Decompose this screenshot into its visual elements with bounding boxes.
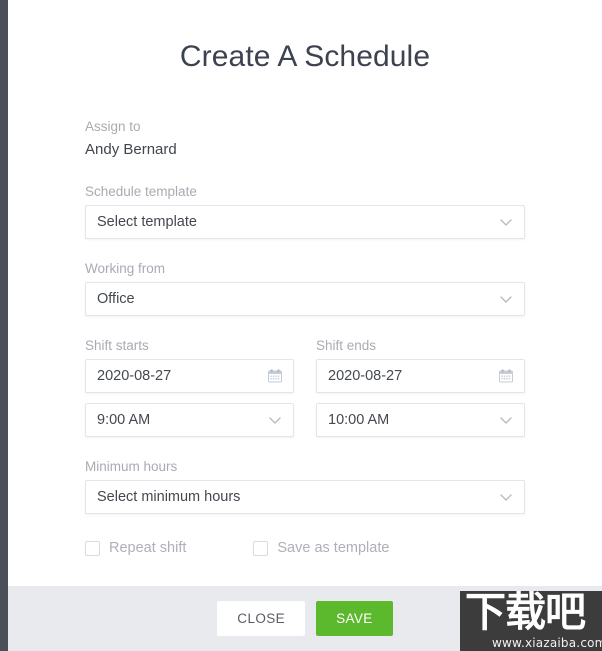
shift-ends-date-input[interactable]: 2020-08-27 (316, 359, 525, 393)
assign-to-value: Andy Bernard (85, 141, 177, 158)
working-from-label: Working from (85, 261, 166, 276)
shift-ends-group: Shift ends 2020-08-27 10:00 AM (316, 337, 525, 437)
schedule-form: Assign to Andy Bernard Schedule template… (8, 118, 602, 556)
schedule-template-label: Schedule template (85, 184, 197, 199)
save-as-template-label: Save as template (277, 540, 390, 556)
minimum-hours-group: Minimum hours Select minimum hours (85, 458, 525, 514)
shift-ends-label: Shift ends (316, 338, 377, 353)
shift-ends-date-value: 2020-08-27 (328, 368, 403, 384)
repeat-shift-label: Repeat shift (109, 540, 187, 556)
watermark: 下载吧 www.xiazaiba.com (460, 591, 602, 651)
shift-starts-group: Shift starts 2020-08-27 9:00 AM (85, 337, 294, 437)
minimum-hours-value: Select minimum hours (97, 489, 241, 505)
underlying-page-edge (0, 0, 8, 651)
save-as-template-checkbox[interactable] (253, 540, 269, 556)
schedule-template-group: Schedule template Select template (85, 183, 525, 239)
minimum-hours-label: Minimum hours (85, 459, 178, 474)
shift-starts-time-value: 9:00 AM (97, 412, 151, 428)
shift-ends-time-select[interactable]: 10:00 AM (316, 403, 525, 437)
watermark-logo-text: 下载吧 (465, 591, 586, 636)
repeat-shift-checkbox-wrap[interactable]: Repeat shift (85, 540, 186, 556)
shift-ends-time-value: 10:00 AM (328, 412, 390, 428)
chevron-down-icon (499, 292, 513, 306)
save-as-template-checkbox-wrap[interactable]: Save as template (253, 540, 389, 556)
working-from-select[interactable]: Office (85, 282, 525, 316)
chevron-down-icon (499, 215, 513, 229)
page-title: Create A Schedule (179, 40, 431, 73)
shift-starts-date-value: 2020-08-27 (97, 368, 172, 384)
create-schedule-modal: Create A Schedule Assign to Andy Bernard… (8, 0, 602, 651)
repeat-shift-checkbox[interactable] (85, 540, 100, 556)
working-from-group: Working from Office (85, 260, 525, 316)
save-button[interactable]: SAVE (316, 601, 393, 636)
watermark-url: www.xiazaiba.com (492, 636, 602, 650)
assign-to-label: Assign to (85, 119, 141, 134)
calendar-icon[interactable] (267, 368, 283, 384)
close-button[interactable]: CLOSE (217, 601, 306, 636)
schedule-template-value: Select template (97, 214, 197, 230)
chevron-down-icon (268, 413, 282, 427)
shift-starts-label: Shift starts (85, 338, 149, 353)
schedule-template-select[interactable]: Select template (85, 205, 525, 239)
shift-starts-time-select[interactable]: 9:00 AM (85, 403, 294, 437)
shift-row: Shift starts 2020-08-27 9:00 AM Shift en… (85, 337, 525, 437)
chevron-down-icon (499, 490, 513, 504)
minimum-hours-select[interactable]: Select minimum hours (85, 480, 525, 514)
working-from-value: Office (97, 291, 135, 307)
modal-body: Create A Schedule Assign to Andy Bernard… (8, 0, 602, 586)
checkbox-row: Repeat shift Save as template (85, 540, 525, 556)
assign-to-group: Assign to Andy Bernard (85, 118, 525, 160)
calendar-icon[interactable] (498, 368, 514, 384)
chevron-down-icon (499, 413, 513, 427)
shift-starts-date-input[interactable]: 2020-08-27 (85, 359, 294, 393)
